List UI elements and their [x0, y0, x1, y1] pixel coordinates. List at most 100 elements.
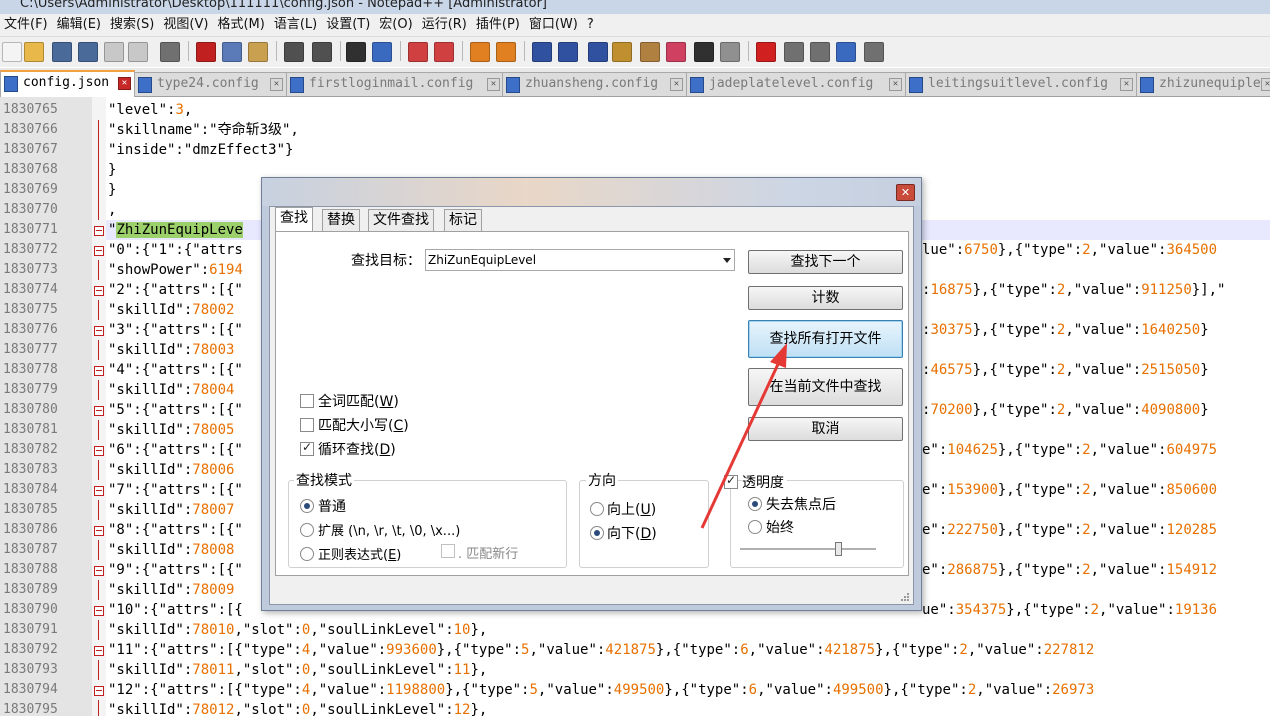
- code-line[interactable]: "skillId":78009: [108, 580, 234, 600]
- tab-close-icon[interactable]: ✕: [670, 78, 683, 91]
- code-line[interactable]: "skillId":78010,"slot":0,"soulLinkLevel"…: [108, 620, 487, 640]
- tab-find[interactable]: 查找: [275, 207, 313, 232]
- menu-item[interactable]: 宏(O): [375, 14, 417, 34]
- menu-item[interactable]: 语言(L): [270, 14, 322, 34]
- open-file-icon[interactable]: [24, 42, 44, 62]
- code-line-tail[interactable]: ue":354375},{"type":2,"value":19136: [922, 600, 1217, 620]
- run-macro-multiple-icon[interactable]: [836, 42, 856, 62]
- zoom-out-icon[interactable]: [434, 42, 454, 62]
- play-macro-icon[interactable]: [810, 42, 830, 62]
- code-line-tail[interactable]: :16875},{"type":2,"value":911250}],": [922, 280, 1225, 300]
- code-line[interactable]: "level":3,: [108, 100, 192, 120]
- menu-item[interactable]: 搜索(S): [106, 14, 159, 34]
- code-line-tail[interactable]: e":153900},{"type":2,"value":850600: [922, 480, 1217, 500]
- code-line-tail[interactable]: e":222750},{"type":2,"value":120285: [922, 520, 1217, 540]
- code-line[interactable]: "skillname":"夺命斩3级",: [108, 120, 299, 140]
- on-losing-focus-radio[interactable]: [748, 497, 762, 511]
- fold-toggle-icon[interactable]: [94, 406, 104, 416]
- code-line[interactable]: }: [108, 160, 116, 180]
- code-line[interactable]: "skillId":78011,"slot":0,"soulLinkLevel"…: [108, 660, 487, 680]
- word-wrap-icon[interactable]: [532, 42, 552, 62]
- fold-toggle-icon[interactable]: [94, 326, 104, 336]
- tab-close-icon[interactable]: ✕: [270, 78, 283, 91]
- undo-icon[interactable]: [284, 42, 304, 62]
- whole-word-checkbox[interactable]: [300, 394, 314, 408]
- stop-macro-icon[interactable]: [784, 42, 804, 62]
- code-line[interactable]: "showPower":6194: [108, 260, 243, 280]
- code-line[interactable]: "inside":"dmzEffect3"}: [108, 140, 293, 160]
- direction-up-radio[interactable]: [590, 502, 604, 516]
- search-mode-extended-radio[interactable]: [300, 523, 314, 537]
- code-line[interactable]: "4":{"attrs":[{": [108, 360, 243, 380]
- code-line[interactable]: "skillId":78006: [108, 460, 234, 480]
- code-line[interactable]: "skillId":78012,"slot":0,"soulLinkLevel"…: [108, 700, 487, 716]
- tab-2[interactable]: firstloginmail.config ✕: [286, 72, 504, 96]
- save-icon[interactable]: [52, 42, 72, 62]
- code-line-tail[interactable]: e":286875},{"type":2,"value":154912: [922, 560, 1217, 580]
- find-all-current-doc-button[interactable]: 在当前文件中查找: [748, 368, 903, 406]
- fold-toggle-icon[interactable]: [94, 686, 104, 696]
- count-button[interactable]: 计数: [748, 286, 903, 310]
- save-macro-icon[interactable]: [864, 42, 884, 62]
- folder-workspace-icon[interactable]: [666, 42, 686, 62]
- code-line[interactable]: }: [108, 180, 116, 200]
- save-all-icon[interactable]: [78, 42, 98, 62]
- slider-track[interactable]: [740, 548, 876, 551]
- tab-close-icon[interactable]: ✕: [1120, 78, 1133, 91]
- code-line[interactable]: "skillId":78008: [108, 540, 234, 560]
- record-macro-icon[interactable]: [756, 42, 776, 62]
- menu-item[interactable]: 格式(M): [213, 14, 269, 34]
- copy-icon[interactable]: [222, 42, 242, 62]
- redo-icon[interactable]: [312, 42, 332, 62]
- dialog-title-bar[interactable]: ✕: [262, 178, 921, 206]
- sync-horizontal-icon[interactable]: [496, 42, 516, 62]
- find-all-open-docs-button[interactable]: 查找所有打开文件: [748, 320, 903, 358]
- tab-1[interactable]: type24.config ✕: [134, 72, 287, 96]
- code-line[interactable]: "skillId":78005: [108, 420, 234, 440]
- search-mode-normal-radio[interactable]: [300, 499, 314, 513]
- fold-toggle-icon[interactable]: [94, 366, 104, 376]
- new-file-icon[interactable]: [2, 42, 22, 62]
- doc-map-icon[interactable]: [612, 42, 632, 62]
- eye-icon[interactable]: [720, 42, 740, 62]
- code-line[interactable]: "skillId":78002: [108, 300, 234, 320]
- code-line[interactable]: "9":{"attrs":[{": [108, 560, 243, 580]
- menu-item[interactable]: 文件(F): [0, 14, 53, 34]
- fold-toggle-icon[interactable]: [94, 606, 104, 616]
- code-line[interactable]: "10":{"attrs":[{: [108, 600, 243, 620]
- search-mode-regex-radio[interactable]: [300, 547, 314, 561]
- find-icon[interactable]: [346, 42, 366, 62]
- code-line[interactable]: "5":{"attrs":[{": [108, 400, 243, 420]
- cut-icon[interactable]: [196, 42, 216, 62]
- code-line-tail[interactable]: :70200},{"type":2,"value":4090800}: [922, 400, 1209, 420]
- menu-item[interactable]: 设置(T): [322, 14, 375, 34]
- code-line[interactable]: "12":{"attrs":[{"type":4,"value":1198800…: [108, 680, 1094, 700]
- code-line-tail[interactable]: :30375},{"type":2,"value":1640250}: [922, 320, 1209, 340]
- tab-find-in-files[interactable]: 文件查找: [368, 209, 434, 231]
- find-what-combo[interactable]: ZhiZunEquipLevel: [425, 249, 735, 271]
- code-line[interactable]: "11":{"attrs":[{"type":4,"value":993600}…: [108, 640, 1094, 660]
- fold-toggle-icon[interactable]: [94, 446, 104, 456]
- menu-item[interactable]: 窗口(W): [525, 14, 583, 34]
- always-radio[interactable]: [748, 520, 762, 534]
- tab-4[interactable]: jadeplatelevel.config ✕: [686, 72, 906, 96]
- fold-toggle-icon[interactable]: [94, 566, 104, 576]
- code-line[interactable]: "3":{"attrs":[{": [108, 320, 243, 340]
- find-next-button[interactable]: 查找下一个: [748, 250, 903, 274]
- menu-item[interactable]: 插件(P): [472, 14, 525, 34]
- cancel-button[interactable]: 取消: [748, 417, 903, 441]
- code-line[interactable]: "skillId":78003: [108, 340, 234, 360]
- print-icon[interactable]: [160, 42, 180, 62]
- code-line-tail[interactable]: e":104625},{"type":2,"value":604975: [922, 440, 1217, 460]
- tab-close-icon[interactable]: ✕: [118, 77, 131, 90]
- code-line[interactable]: "8":{"attrs":[{": [108, 520, 243, 540]
- tab-6[interactable]: zhizunequiple ✕: [1136, 72, 1270, 96]
- menu-item[interactable]: ?: [583, 14, 599, 34]
- close-all-icon[interactable]: [128, 42, 148, 62]
- tab-mark[interactable]: 标记: [444, 209, 482, 231]
- fold-toggle-icon[interactable]: [94, 226, 104, 236]
- slider-thumb[interactable]: [835, 542, 842, 556]
- function-list-icon[interactable]: [640, 42, 660, 62]
- resize-grip-icon[interactable]: [900, 591, 910, 601]
- indent-guide-icon[interactable]: [588, 42, 608, 62]
